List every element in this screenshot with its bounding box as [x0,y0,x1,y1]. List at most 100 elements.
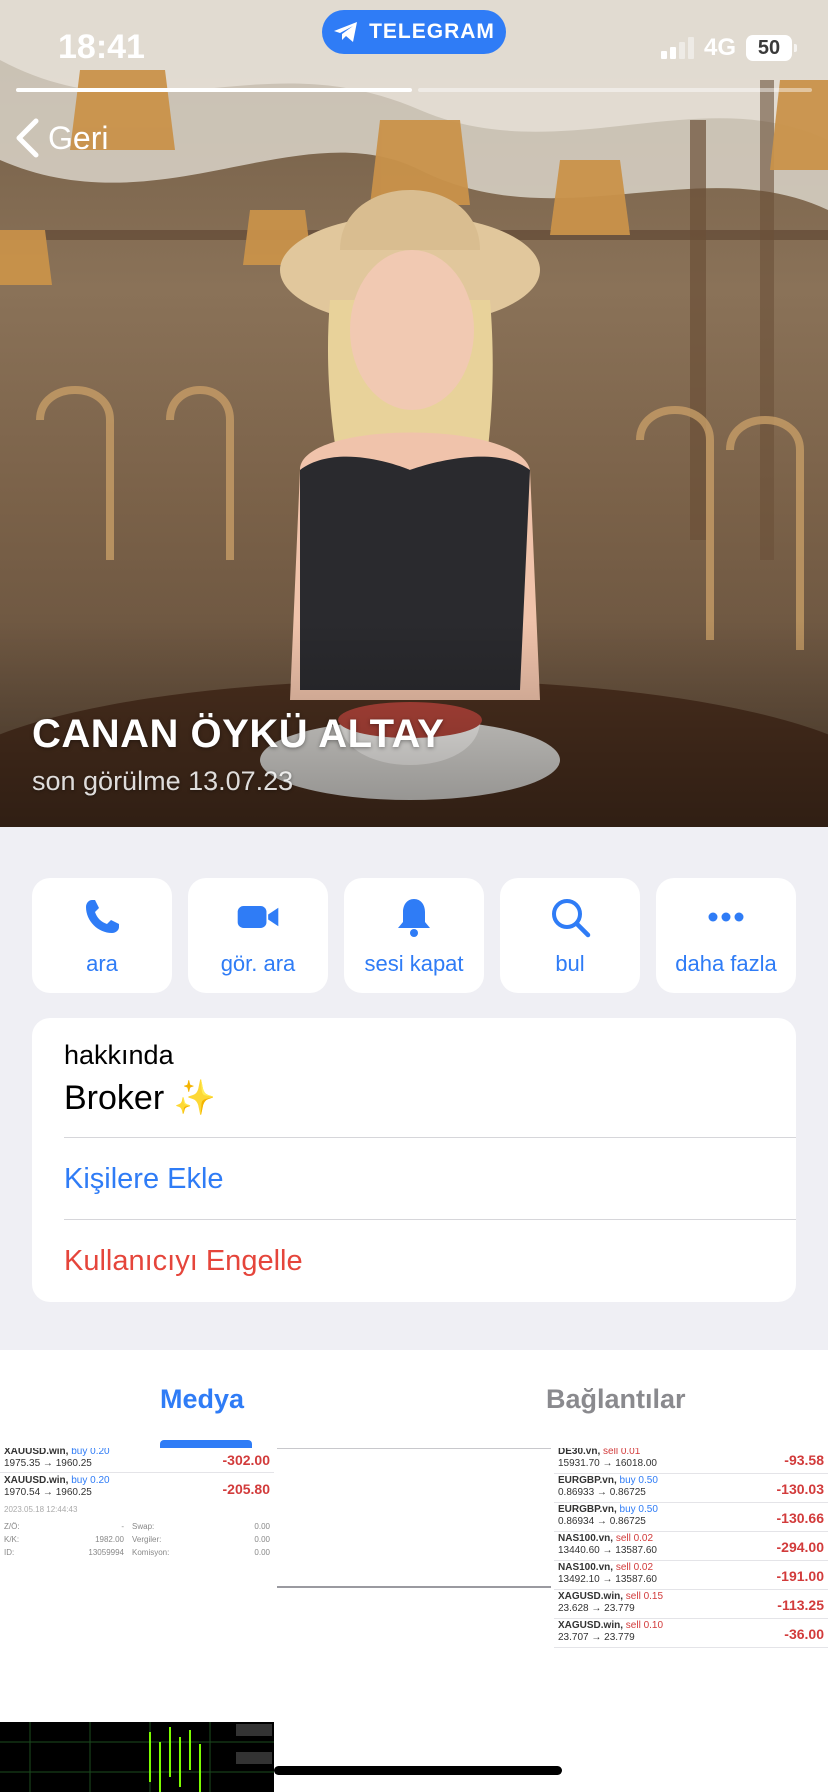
trade-value: -191.00 [776,1568,824,1584]
detail-value: 1982.00 [95,1535,124,1544]
divider [277,1586,551,1588]
divider [64,1137,796,1138]
trade-details: Z/Ö: - Swap: 0.00 K/K: 1982.00 Vergiler: 0.00 … [4,1520,270,1559]
divider [554,1618,828,1619]
bell-icon [398,898,430,937]
divider [554,1589,828,1590]
trade-value: -36.00 [784,1626,824,1642]
detail-value: 0.00 [254,1548,270,1557]
trade-value: -205.80 [222,1481,270,1497]
block-user-button[interactable]: Kullanıcıyı Engelle [64,1245,303,1278]
trade-action: sell 0.02 [615,1562,654,1573]
trade-action: buy 0.20 [71,1475,110,1486]
active-tab-indicator [160,1440,252,1448]
trade-value: -113.25 [777,1597,824,1613]
search-label: bul [555,950,585,976]
profile-photo-scene [0,0,828,827]
trade-symbol: XAGUSD.win, [558,1620,624,1631]
battery-level: 50 [757,36,781,59]
trade-action: sell 0.15 [625,1591,664,1602]
call-button[interactable]: ara [32,878,172,993]
media-thumbnail[interactable]: DE30.vn, sell 0.01 15931.70 → 16018.00 -93… [554,1448,828,1722]
detail-value: 0.00 [254,1535,270,1544]
detail-key: Swap: [132,1522,155,1531]
phone-icon [86,899,119,933]
trade-symbol: XAUUSD.win, [4,1475,69,1486]
detail-key: Komisyon: [132,1548,170,1557]
divider [277,1448,551,1449]
battery-icon: 50 [746,35,797,61]
video-call-button[interactable]: gör. ara [188,878,328,993]
trade-action: sell 0.10 [625,1620,664,1631]
profile-name: CANAN ÖYKÜ ALTAY [32,712,445,756]
divider [554,1473,828,1474]
video-camera-icon [237,905,279,928]
mute-button[interactable]: sesi kapat [344,878,484,993]
action-bar: ara gör. ara sesi kapat bul daha fazla [32,878,796,993]
more-button[interactable]: daha fazla [656,878,796,993]
trade-date: 2023.05.18 12:44:43 [4,1505,78,1514]
network-type: 4G [703,34,736,61]
search-icon [552,898,591,937]
video-call-label: gör. ara [220,950,296,976]
divider [554,1560,828,1561]
trade-action: sell 0.02 [615,1533,654,1544]
more-icon [708,912,744,921]
back-button[interactable]: Geri [14,118,108,158]
telegram-icon [334,22,358,42]
detail-value: 0.00 [254,1522,270,1531]
trade-symbol: XAGUSD.win, [558,1591,624,1602]
tab-links[interactable]: Bağlantılar [546,1384,686,1415]
detail-key: ID: [4,1548,15,1557]
call-label: ara [86,950,118,976]
media-thumbnail[interactable] [277,1448,551,1722]
trade-action: sell 0.01 [603,1448,641,1457]
trade-symbol: XAUUSD.win, [4,1448,69,1457]
divider [64,1219,796,1220]
status-time: 18:41 [58,28,145,66]
detail-key: Z/Ö: [4,1522,20,1531]
trade-value: -130.03 [776,1481,824,1497]
chart-thumbnail-image [0,1722,274,1792]
mute-label: sesi kapat [364,950,464,976]
chevron-left-icon [16,118,39,158]
detail-value: - [121,1522,124,1531]
back-label: Geri [48,119,109,156]
detail-value: 13059994 [88,1548,124,1557]
app-pill-label: TELEGRAM [369,20,495,43]
divider [554,1647,828,1648]
story-progress-pending [418,88,812,92]
tab-media[interactable]: Medya [160,1384,244,1415]
trade-symbol: EURGBP.vn, [558,1504,617,1515]
trade-value: -93.58 [784,1452,824,1468]
media-thumbnail-chart[interactable] [0,1722,274,1792]
last-seen: son görülme 13.07.23 [32,766,294,796]
telegram-app-pill[interactable]: TELEGRAM [322,10,506,54]
about-label: hakkında [64,1040,174,1070]
shared-media-tabs: Medya Bağlantılar [0,1350,828,1449]
home-indicator [274,1766,562,1775]
trade-action: buy 0.20 [71,1448,110,1457]
detail-key: Vergiler: [132,1535,162,1544]
story-progress-active [16,88,412,92]
divider [554,1531,828,1532]
trade-value: -294.00 [776,1539,824,1555]
more-label: daha fazla [675,950,777,976]
trade-action: buy 0.50 [619,1475,658,1486]
trade-action: buy 0.50 [619,1504,658,1515]
signal-icon [660,37,694,59]
status-indicators: 4G 50 [660,34,797,62]
trade-symbol: NAS100.vn, [558,1562,614,1573]
search-button[interactable]: bul [500,878,640,993]
trade-symbol: NAS100.vn, [558,1533,614,1544]
info-card: hakkında Broker ✨ Kişilere Ekle Kullanıc… [32,1018,796,1302]
about-value: Broker ✨ [64,1079,216,1117]
detail-key: K/K: [4,1535,20,1544]
trade-value: -302.00 [222,1452,270,1468]
trade-symbol: EURGBP.vn, [558,1475,617,1486]
divider [554,1502,828,1503]
add-contact-button[interactable]: Kişilere Ekle [64,1163,224,1196]
profile-photo[interactable]: 18:41 TELEGRAM 4G 50 Geri CANAN ÖYKÜ ALT… [0,0,828,827]
media-thumbnail[interactable]: XAUUSD.win, buy 0.20 1975.35 → 1960.25 -… [0,1448,274,1722]
trade-symbol: DE30.vn, [558,1448,601,1457]
